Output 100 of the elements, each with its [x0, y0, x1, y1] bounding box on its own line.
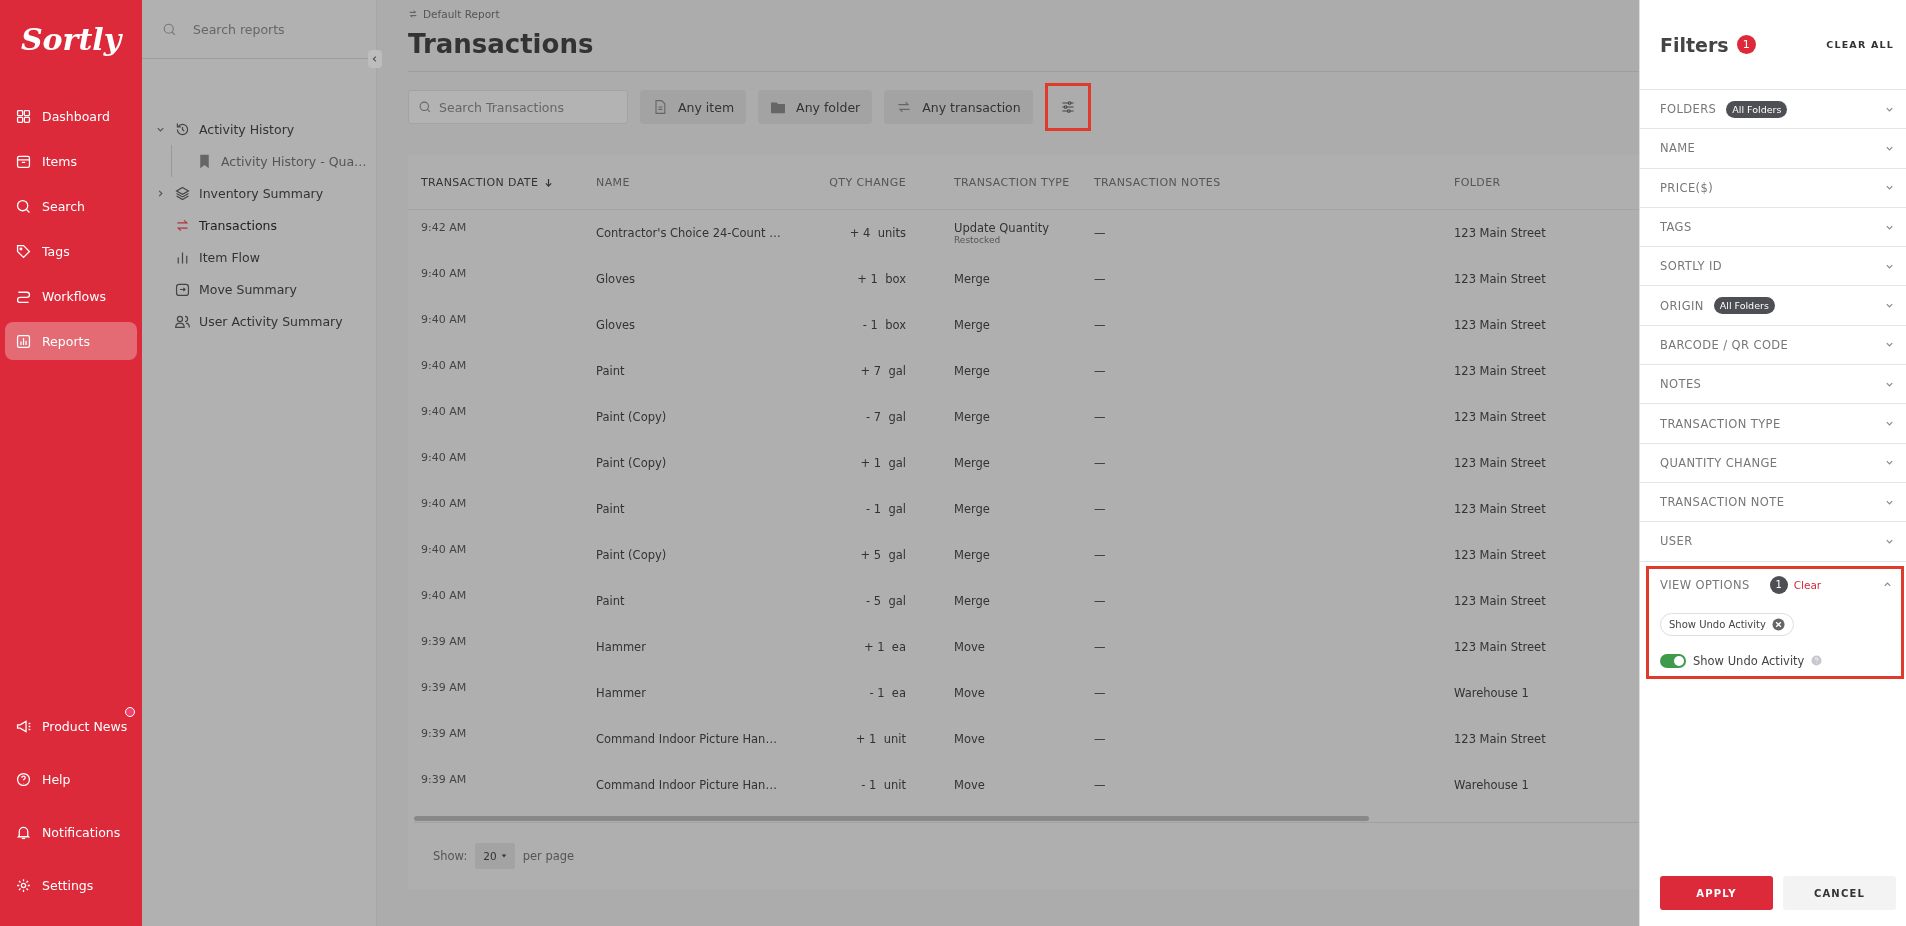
- report-item[interactable]: Item Flow: [154, 241, 376, 273]
- filter-section[interactable]: USER: [1640, 522, 1906, 562]
- table-cell-text: —: [1094, 318, 1107, 332]
- nav-item[interactable]: Items: [5, 142, 137, 180]
- table-cell-text: 9:40 AM: [420, 312, 468, 326]
- nav-item[interactable]: Workflows: [5, 277, 137, 315]
- nav-icon: [15, 876, 32, 894]
- table-cell-text: - 1 unit: [860, 778, 906, 792]
- table-cell-text: Update Quantity: [954, 221, 1050, 235]
- nav-item[interactable]: Settings: [5, 866, 137, 904]
- table-cell-text: - 1 gal: [865, 502, 906, 516]
- table-cell-text: Merge: [954, 456, 991, 470]
- nav-item[interactable]: Product News: [5, 707, 137, 745]
- swap-icon: [408, 9, 418, 19]
- table-cell-text: 123 Main Street: [1454, 640, 1547, 654]
- filter-count: 1: [1736, 35, 1756, 54]
- filter-section[interactable]: QUANTITY CHANGE: [1640, 443, 1906, 483]
- filter-section[interactable]: SORTLY ID: [1640, 247, 1906, 287]
- filter-section[interactable]: TRANSACTION TYPE: [1640, 404, 1906, 444]
- table-cell-text: + 4 units: [848, 226, 906, 240]
- table-cell-text: 9:42 AM: [420, 220, 468, 234]
- cancel-button[interactable]: CANCEL: [1783, 876, 1896, 910]
- table-cell-text: 9:39 AM: [420, 772, 468, 786]
- filter-section[interactable]: TAGS: [1640, 207, 1906, 248]
- filter-section[interactable]: NAME: [1640, 129, 1906, 169]
- report-item[interactable]: Activity History - Qua…: [196, 145, 376, 177]
- table-cell-text: —: [1094, 732, 1107, 746]
- collapse-button[interactable]: [368, 50, 382, 68]
- section-label: TRANSACTION NOTE: [1660, 495, 1785, 510]
- apply-button[interactable]: APPLY: [1660, 876, 1773, 910]
- table-cell-text: Move: [954, 778, 986, 792]
- filter-section[interactable]: PRICE($): [1640, 168, 1906, 208]
- column-header[interactable]: TRANSACTION TYPE: [954, 175, 1094, 189]
- report-item[interactable]: Transactions: [154, 209, 376, 241]
- table-cell-text: Warehouse 1: [1454, 686, 1530, 700]
- table-cell-text: Hammer: [596, 686, 647, 700]
- table-cell-text: - 7 gal: [865, 410, 906, 424]
- table-cell-text: —: [1094, 272, 1107, 286]
- nav-icon: [15, 197, 32, 215]
- table-cell-text: —: [1094, 226, 1107, 240]
- column-header[interactable]: TRANSACTION NOTES: [1094, 175, 1454, 189]
- chevron-icon[interactable]: [1885, 340, 1894, 350]
- column-header[interactable]: FOLDER: [1454, 175, 1614, 189]
- section-label: BARCODE / QR CODE: [1660, 337, 1789, 352]
- filter-section[interactable]: TRANSACTION NOTE: [1640, 482, 1906, 523]
- nav-item[interactable]: Dashboard: [5, 97, 137, 135]
- filter-chip[interactable]: Any transaction: [884, 90, 1033, 124]
- remove-icon[interactable]: [1771, 617, 1785, 631]
- search-icon: [418, 100, 432, 114]
- nav-item[interactable]: Notifications: [5, 813, 137, 851]
- report-item[interactable]: Activity History: [154, 113, 376, 145]
- nav-item[interactable]: Reports: [5, 322, 137, 360]
- chevron-left-icon: [371, 55, 379, 63]
- search-field[interactable]: Search Transactions: [408, 90, 628, 124]
- chevron-icon[interactable]: [1885, 183, 1894, 193]
- table-cell-text: Merge: [954, 318, 991, 332]
- toggle-label: Show Undo Activity: [1693, 653, 1805, 668]
- table-cell-text: 9:40 AM: [420, 542, 468, 556]
- nav-item[interactable]: Tags: [5, 232, 137, 270]
- page-size-select[interactable]: 20: [475, 843, 515, 869]
- filter-section[interactable]: FOLDERS All Folders: [1640, 90, 1906, 130]
- filter-section[interactable]: BARCODE / QR CODE: [1640, 325, 1906, 366]
- filter-chip[interactable]: Any folder: [758, 90, 873, 124]
- table-cell-text: Paint (Copy): [596, 456, 668, 470]
- clear-all-button[interactable]: CLEAR ALL: [1826, 39, 1894, 50]
- table-cell-text: 123 Main Street: [1454, 594, 1547, 608]
- chevron-icon[interactable]: [1885, 419, 1894, 428]
- report-item[interactable]: Move Summary: [154, 273, 376, 305]
- scrollbar-thumb[interactable]: [414, 816, 1369, 821]
- nav-item[interactable]: Help: [5, 760, 137, 798]
- filter-section[interactable]: ORIGIN All Folders: [1640, 286, 1906, 326]
- logo[interactable]: Sortly: [20, 22, 122, 57]
- section-label: TRANSACTION TYPE: [1660, 416, 1781, 431]
- table-cell-text: Merge: [954, 364, 991, 378]
- chevron-icon[interactable]: [1885, 458, 1894, 468]
- column-header[interactable]: NAME: [596, 175, 806, 189]
- toggle-switch[interactable]: [1660, 653, 1686, 668]
- report-item[interactable]: User Activity Summary: [154, 305, 376, 337]
- search-field[interactable]: Search reports: [191, 20, 351, 38]
- column-header[interactable]: QTY CHANGE: [806, 175, 906, 189]
- per-page-label: per page: [522, 849, 575, 863]
- help-icon[interactable]: [1811, 655, 1823, 667]
- table-cell-text: 123 Main Street: [1454, 318, 1547, 332]
- nav-item[interactable]: Search: [5, 187, 137, 225]
- filter-button[interactable]: [1044, 83, 1091, 131]
- clear-link[interactable]: Clear: [1793, 578, 1822, 591]
- filter-chip[interactable]: Any item: [640, 90, 747, 124]
- page-size-label: Show:: [433, 849, 468, 863]
- filter-section[interactable]: NOTES: [1640, 365, 1906, 405]
- table-cell-text: + 5 gal: [859, 548, 906, 562]
- breadcrumb[interactable]: Default Report: [408, 8, 500, 20]
- table-cell-text: Move: [954, 686, 986, 700]
- table-cell-text: Merge: [954, 410, 991, 424]
- column-header[interactable]: TRANSACTION DATE: [408, 175, 596, 189]
- table-cell-text: Merge: [954, 548, 991, 562]
- chevron-icon[interactable]: [1885, 301, 1894, 311]
- table-cell-text: 9:40 AM: [420, 496, 468, 510]
- table-cell-text: 123 Main Street: [1454, 410, 1547, 424]
- report-item[interactable]: Inventory Summary: [154, 177, 376, 209]
- section-label: TAGS: [1660, 220, 1692, 235]
